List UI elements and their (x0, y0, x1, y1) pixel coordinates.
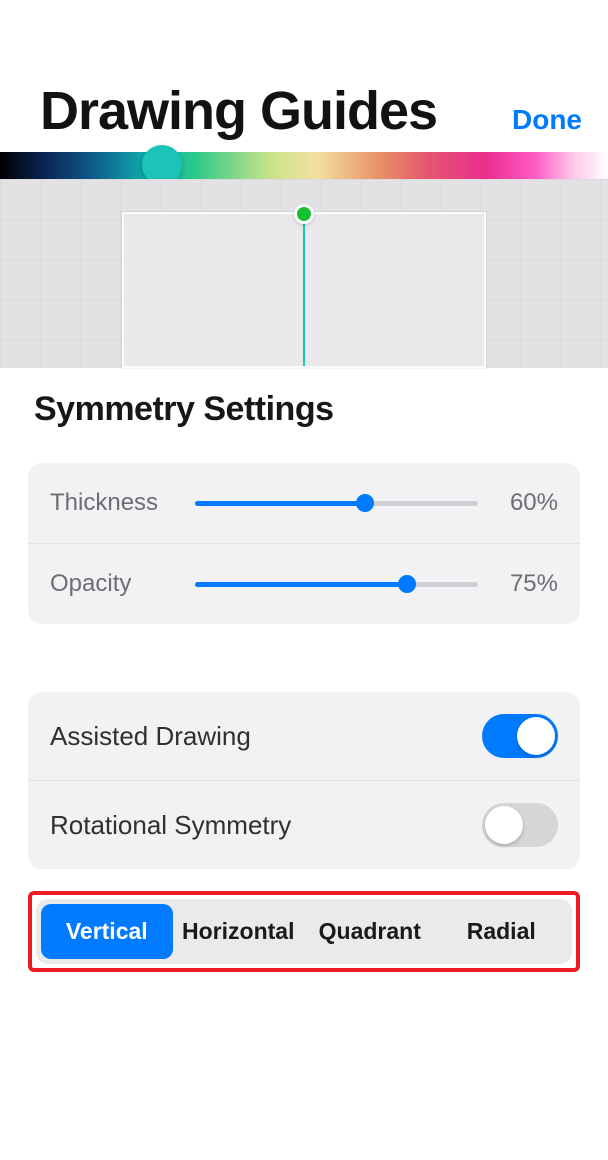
thickness-label: Thickness (50, 489, 185, 517)
canvas-frame[interactable] (122, 212, 486, 368)
rotational-symmetry-label: Rotational Symmetry (50, 810, 291, 841)
canvas-preview (0, 179, 608, 368)
slider-group: Thickness 60% Opacity 75% (28, 463, 580, 624)
done-button[interactable]: Done (512, 104, 582, 136)
color-spectrum-slider[interactable] (0, 152, 608, 179)
opacity-label: Opacity (50, 570, 185, 598)
rotational-symmetry-row: Rotational Symmetry (28, 781, 580, 869)
toggle-group: Assisted Drawing Rotational Symmetry (28, 692, 580, 869)
symmetry-mode-highlight: Vertical Horizontal Quadrant Radial (28, 891, 580, 972)
thickness-slider-thumb[interactable] (356, 494, 374, 512)
assisted-drawing-row: Assisted Drawing (28, 692, 580, 781)
thickness-slider[interactable] (195, 501, 478, 506)
assisted-drawing-toggle[interactable] (482, 714, 558, 758)
symmetry-axis-line (303, 214, 305, 366)
toggle-knob (517, 717, 555, 755)
thickness-slider-fill (195, 501, 365, 506)
segment-vertical[interactable]: Vertical (41, 904, 173, 959)
opacity-row: Opacity 75% (28, 544, 580, 624)
opacity-slider-thumb[interactable] (398, 575, 416, 593)
segment-horizontal[interactable]: Horizontal (173, 904, 305, 959)
opacity-value: 75% (498, 570, 558, 598)
settings-sheet: Symmetry Settings Thickness 60% Opacity … (0, 360, 608, 972)
symmetry-axis-handle[interactable] (294, 204, 314, 224)
opacity-slider[interactable] (195, 582, 478, 587)
segment-quadrant[interactable]: Quadrant (304, 904, 436, 959)
toggle-knob (485, 806, 523, 844)
sheet-title: Symmetry Settings (34, 390, 580, 429)
segment-radial[interactable]: Radial (436, 904, 568, 959)
thickness-row: Thickness 60% (28, 463, 580, 544)
thickness-value: 60% (498, 489, 558, 517)
opacity-slider-fill (195, 582, 407, 587)
symmetry-mode-segmented-control: Vertical Horizontal Quadrant Radial (36, 899, 572, 964)
assisted-drawing-label: Assisted Drawing (50, 721, 251, 752)
rotational-symmetry-toggle[interactable] (482, 803, 558, 847)
